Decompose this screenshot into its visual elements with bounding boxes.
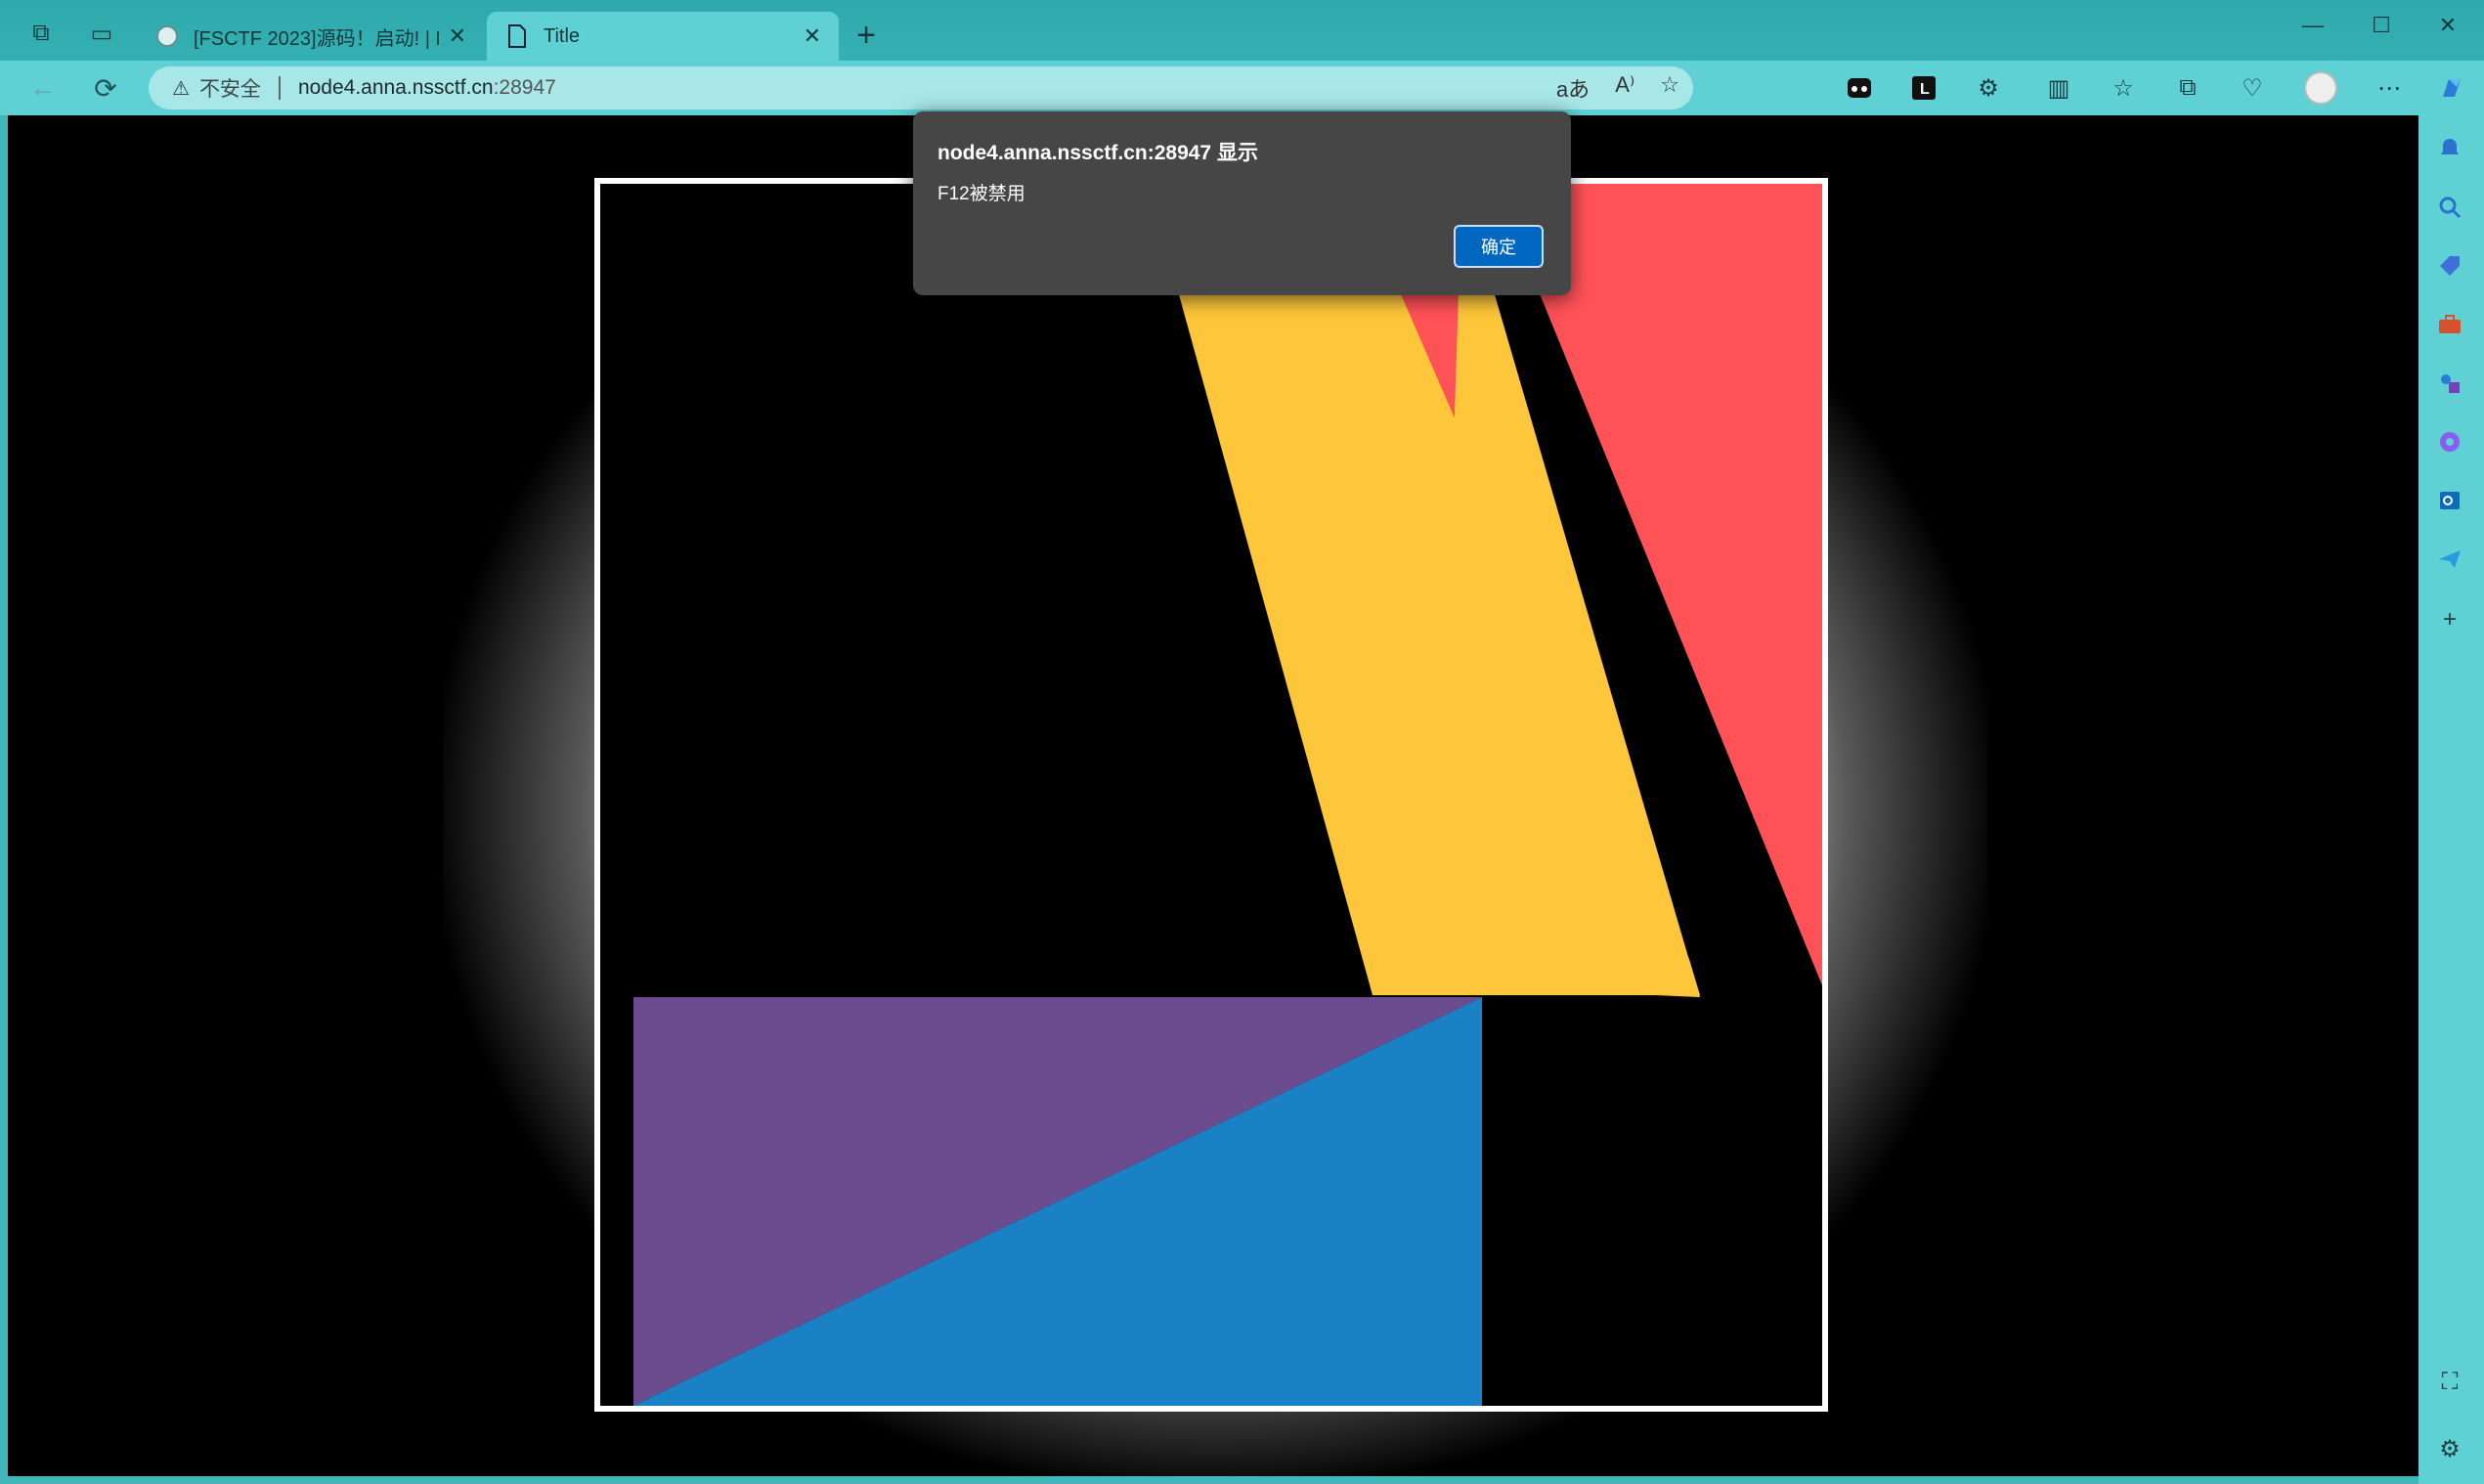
copilot-icon[interactable] bbox=[2434, 70, 2469, 106]
outlook-icon[interactable] bbox=[2432, 483, 2467, 518]
title-bar: ⧉ ▭ [FSCTF 2023]源码！启动! | NSSC ✕ Title ✕ … bbox=[0, 0, 2484, 61]
send-icon[interactable] bbox=[2432, 542, 2467, 577]
more-options-icon[interactable]: ⋯ bbox=[2372, 70, 2407, 106]
workspaces-icon[interactable]: ⧉ bbox=[22, 14, 61, 53]
shopping-tag-icon[interactable] bbox=[2432, 248, 2467, 284]
dialog-message: F12被禁用 bbox=[937, 184, 1025, 204]
screenshot-icon[interactable]: ⛶ bbox=[2432, 1365, 2467, 1400]
tab-nssctf[interactable]: [FSCTF 2023]源码！启动! | NSSC ✕ bbox=[137, 12, 484, 61]
collections-icon[interactable]: ⧉ bbox=[2170, 70, 2205, 106]
close-window-button[interactable]: ✕ bbox=[2419, 6, 2477, 45]
url-host: node4.anna.nssctf.cn bbox=[297, 76, 494, 99]
tab-title: [FSCTF 2023]源码！启动! | NSSC bbox=[194, 27, 439, 50]
maximize-button[interactable]: ☐ bbox=[2352, 6, 2411, 45]
add-icon[interactable]: + bbox=[2432, 602, 2467, 637]
minimize-button[interactable]: — bbox=[2284, 6, 2342, 45]
favorites-icon[interactable]: ☆ bbox=[2106, 70, 2141, 106]
globe-icon bbox=[154, 23, 180, 49]
ok-button[interactable]: 确定 bbox=[1454, 225, 1544, 268]
shapes-canvas bbox=[594, 178, 1828, 1412]
close-icon[interactable]: ✕ bbox=[804, 23, 821, 49]
url-port: :28947 bbox=[493, 76, 556, 99]
tools-briefcase-icon[interactable] bbox=[2432, 307, 2467, 342]
new-tab-button[interactable]: + bbox=[847, 16, 886, 55]
translate-icon[interactable]: aあ bbox=[1556, 72, 1590, 104]
copilot-sidebar-icon[interactable] bbox=[2432, 424, 2467, 459]
tab-title: Title bbox=[544, 24, 581, 47]
page-icon bbox=[504, 23, 530, 49]
edge-sidebar: + ⛶ ⚙ bbox=[2419, 115, 2484, 1484]
alert-dialog: node4.anna.nssctf.cn:28947 显示 F12被禁用 确定 bbox=[913, 111, 1571, 295]
tab-title-page[interactable]: Title ✕ bbox=[487, 12, 839, 61]
security-label[interactable]: 不安全 bbox=[199, 73, 261, 103]
split-screen-icon[interactable]: ▥ bbox=[2041, 70, 2076, 106]
vertical-tabs-icon[interactable]: ▭ bbox=[82, 14, 121, 53]
divider bbox=[278, 76, 281, 100]
page-viewport bbox=[8, 115, 2419, 1476]
back-icon[interactable]: ← bbox=[23, 68, 63, 108]
games-icon[interactable] bbox=[2432, 366, 2467, 401]
extension-l-icon[interactable]: L bbox=[1906, 70, 1941, 106]
read-aloud-icon[interactable]: A⁾ bbox=[1615, 72, 1634, 104]
warning-icon[interactable]: ⚠ bbox=[172, 76, 190, 101]
search-icon[interactable] bbox=[2432, 190, 2467, 225]
performance-icon[interactable]: ♡ bbox=[2235, 70, 2270, 106]
close-icon[interactable]: ✕ bbox=[449, 23, 466, 49]
extensions-icon[interactable]: ⚙ bbox=[1971, 70, 2006, 106]
navigation-toolbar: ← ⟳ ⚠ 不安全 node4.anna.nssctf.cn:28947 aあ … bbox=[0, 61, 2484, 115]
settings-gear-icon[interactable]: ⚙ bbox=[2432, 1431, 2467, 1466]
favorite-star-icon[interactable]: ☆ bbox=[1660, 72, 1679, 104]
extension-game-icon[interactable] bbox=[1842, 70, 1877, 106]
dialog-title: node4.anna.nssctf.cn:28947 显示 bbox=[937, 142, 1258, 164]
profile-avatar[interactable] bbox=[2303, 70, 2338, 106]
refresh-icon[interactable]: ⟳ bbox=[86, 68, 125, 108]
address-bar[interactable]: ⚠ 不安全 node4.anna.nssctf.cn:28947 aあ A⁾ ☆ bbox=[149, 66, 1693, 109]
notification-bell-icon[interactable] bbox=[2432, 131, 2467, 166]
svg-text:L: L bbox=[1920, 81, 1930, 98]
